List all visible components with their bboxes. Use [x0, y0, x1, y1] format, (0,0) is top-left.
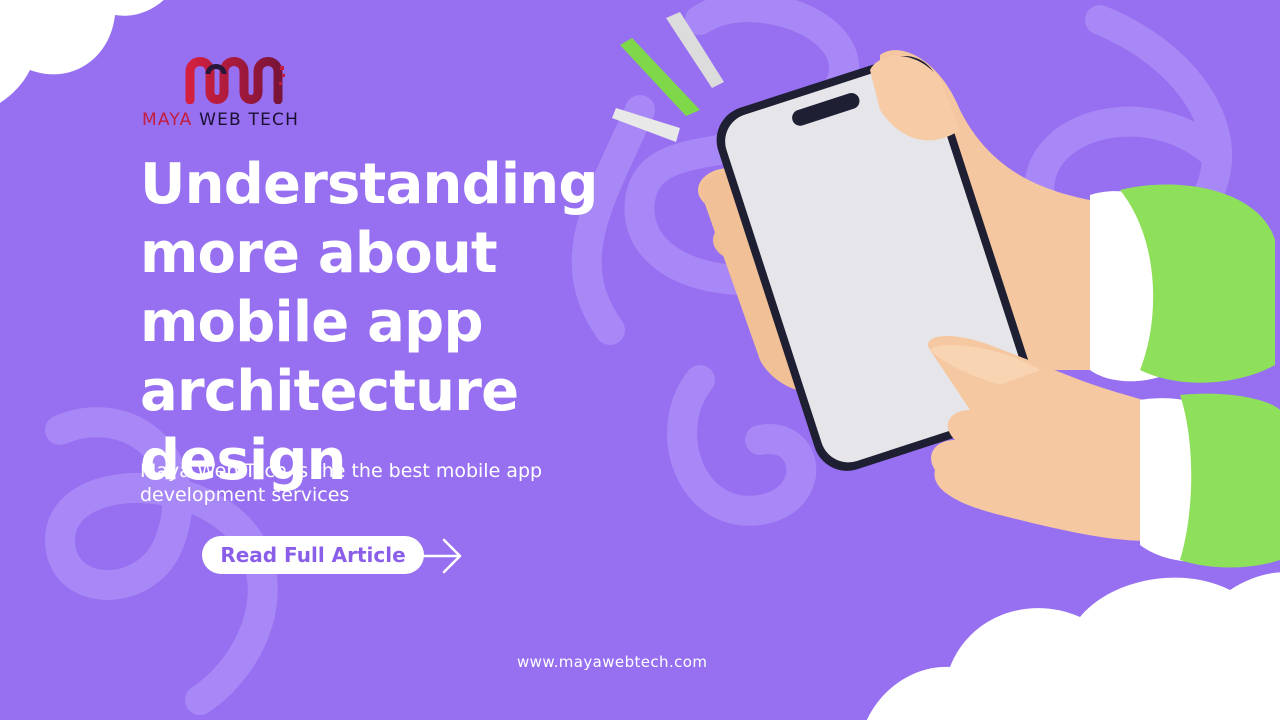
hands-holding-smartphone-illustration: [698, 50, 1280, 568]
headline-line: more about: [140, 221, 498, 286]
website-url[interactable]: www.mayawebtech.com: [517, 652, 707, 671]
headline-line: Understanding: [140, 152, 598, 217]
banner: MAYA WEB TECH Understanding more about m…: [0, 0, 1280, 720]
read-full-article-button[interactable]: Read Full Article: [202, 536, 424, 574]
website-url-text: www.mayawebtech.com: [517, 653, 708, 671]
mw-monogram-logo-icon: [185, 57, 285, 104]
brand-name-part1: MAYA: [142, 110, 193, 130]
brand-logo[interactable]: MAYA WEB TECH: [140, 52, 340, 132]
headline-line: architecture: [140, 359, 519, 424]
page-headline: Understanding more about mobile app arch…: [140, 150, 640, 495]
brand-name: MAYA WEB TECH: [142, 110, 299, 130]
subtitle: Maya Web Tech is the the best mobile app…: [140, 460, 543, 506]
headline-line: mobile app: [140, 290, 484, 355]
arrow-right-icon[interactable]: [420, 536, 466, 576]
brand-name-part2: WEB TECH: [192, 110, 300, 130]
